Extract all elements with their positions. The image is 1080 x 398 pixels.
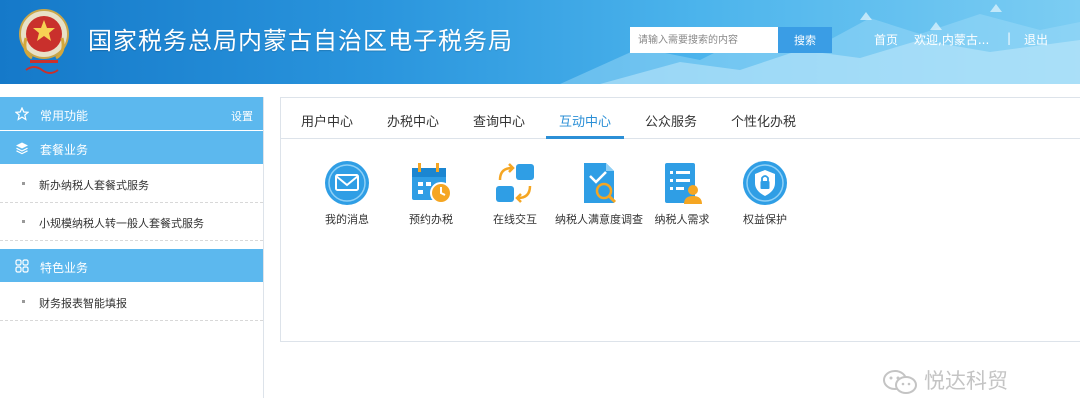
exchange-icon	[496, 163, 534, 203]
main-panel: 用户中心 办税中心 查询中心 互动中心 公众服务 个性化办税 我的消息 预约办税…	[280, 97, 1080, 342]
shield-lock-icon	[743, 161, 787, 205]
watermark: 悦达科贸	[882, 365, 1008, 395]
function-label: 在线交互	[493, 213, 537, 226]
tab-bar: 用户中心 办税中心 查询中心 互动中心 公众服务 个性化办税	[281, 98, 1080, 139]
sidebar-item-financial-report-fill[interactable]: 财务报表智能填报	[0, 283, 263, 321]
star-icon	[15, 107, 29, 121]
sidebar-section-package[interactable]: 套餐业务	[0, 131, 263, 165]
tax-emblem-icon	[19, 9, 69, 74]
sidebar-item-label: 新办纳税人套餐式服务	[39, 179, 149, 192]
tab-user-center[interactable]: 用户中心	[301, 111, 353, 130]
mail-icon	[325, 161, 369, 205]
function-taxpayer-needs[interactable]: 纳税人需求	[637, 160, 727, 227]
function-label: 预约办税	[409, 213, 453, 226]
sidebar-item-new-taxpayer-package[interactable]: 新办纳税人套餐式服务	[0, 165, 263, 203]
calendar-clock-icon	[412, 163, 452, 204]
function-my-messages[interactable]: 我的消息	[302, 160, 392, 227]
sidebar-item-label: 财务报表智能填报	[39, 297, 127, 310]
function-satisfaction-survey[interactable]: 纳税人满意度调查	[553, 160, 645, 227]
sidebar-section-common[interactable]: 常用功能 设置	[0, 97, 263, 131]
home-link[interactable]: 首页	[874, 31, 898, 48]
function-rights-protection[interactable]: 权益保护	[720, 160, 810, 227]
site-title: 国家税务总局内蒙古自治区电子税务局	[88, 27, 513, 55]
header-banner: 国家税务总局内蒙古自治区电子税务局 搜索 首页 欢迎,内蒙古... | 退出	[0, 0, 1080, 84]
sidebar-item-small-scale-transfer-package[interactable]: 小规模纳税人转一般人套餐式服务	[0, 203, 263, 241]
survey-search-icon	[584, 163, 617, 204]
sidebar: 常用功能 设置 套餐业务 新办纳税人套餐式服务 小规模纳税人转一般人套餐式服务 …	[0, 97, 264, 398]
bullet	[22, 220, 25, 223]
function-label: 纳税人需求	[654, 213, 710, 226]
bullet	[22, 182, 25, 185]
nav-separator: |	[1007, 31, 1012, 45]
tab-query-center[interactable]: 查询中心	[473, 111, 525, 130]
user-list-icon	[665, 163, 702, 204]
function-label: 纳税人满意度调查	[555, 213, 643, 226]
search-input[interactable]	[630, 27, 778, 53]
tab-tax-center[interactable]: 办税中心	[387, 111, 439, 130]
wechat-icon	[883, 370, 917, 394]
sidebar-section-label: 套餐业务	[40, 143, 89, 157]
function-appointment[interactable]: 预约办税	[386, 160, 476, 227]
sidebar-section-featured[interactable]: 特色业务	[0, 249, 263, 283]
search-button[interactable]: 搜索	[778, 27, 832, 53]
settings-link[interactable]: 设置	[231, 108, 253, 124]
grid-icon	[15, 259, 29, 273]
tab-interaction-center[interactable]: 互动中心	[559, 111, 611, 130]
function-label: 我的消息	[325, 213, 369, 226]
layers-icon	[16, 142, 28, 155]
sidebar-section-label: 常用功能	[40, 109, 89, 123]
bullet	[22, 300, 25, 303]
active-tab-indicator	[546, 136, 624, 139]
tab-public-service[interactable]: 公众服务	[645, 111, 697, 130]
sidebar-section-label: 特色业务	[40, 261, 89, 275]
function-label: 权益保护	[743, 213, 787, 226]
welcome-user-link[interactable]: 欢迎,内蒙古...	[914, 31, 989, 48]
logout-link[interactable]: 退出	[1024, 31, 1048, 48]
watermark-text: 悦达科贸	[924, 369, 1008, 393]
function-online-interaction[interactable]: 在线交互	[470, 160, 560, 227]
tab-personalized[interactable]: 个性化办税	[731, 111, 796, 130]
sidebar-item-label: 小规模纳税人转一般人套餐式服务	[39, 217, 204, 230]
